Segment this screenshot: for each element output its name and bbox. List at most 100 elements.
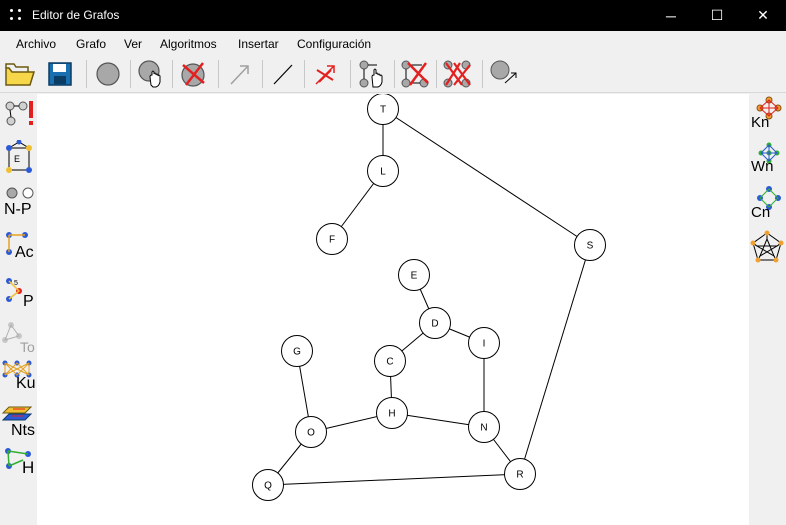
left-tool-graph-warning[interactable]: [1, 96, 36, 138]
delete-edge-button[interactable]: [309, 58, 341, 90]
vertex-O[interactable]: O: [295, 416, 327, 448]
left-tool-np[interactable]: N-P: [1, 184, 36, 226]
toolbar-separator: [482, 60, 483, 88]
add-vertex-button[interactable]: [92, 58, 124, 90]
delete-selection-button[interactable]: [399, 58, 431, 90]
delete-vertex-icon: [181, 62, 205, 87]
delete-selection-icon: [401, 60, 429, 88]
toolbar-separator: [86, 60, 87, 88]
toolbar: [0, 55, 786, 93]
nts-label: Nts: [11, 422, 35, 439]
right-tool-cn[interactable]: Cn: [750, 186, 785, 228]
menu-archivo[interactable]: Archivo: [16, 37, 56, 51]
right-tool-panel: Kn Wn Cn: [749, 94, 786, 525]
np-label: N-P: [4, 201, 32, 218]
left-tool-nts[interactable]: Nts: [1, 404, 36, 446]
menu-configuracion[interactable]: Configuración: [297, 37, 371, 51]
delete-edge-icon: [315, 65, 335, 85]
vertex-Q[interactable]: Q: [252, 469, 284, 501]
vertex-label: E: [411, 271, 418, 282]
left-tool-edge-cycle[interactable]: E: [1, 139, 36, 182]
left-tool-ku[interactable]: Ku: [1, 360, 36, 402]
toolbar-separator: [436, 60, 437, 88]
vertex-arrow-icon: [490, 60, 517, 84]
vertex-D[interactable]: D: [419, 307, 451, 339]
vertex-G[interactable]: G: [281, 335, 313, 367]
left-tool-p[interactable]: 5 P: [1, 275, 36, 317]
left-tool-ac[interactable]: Ac: [1, 230, 36, 272]
maximize-button[interactable]: ☐: [694, 0, 740, 31]
toolbar-separator: [262, 60, 263, 88]
vertex-N[interactable]: N: [468, 411, 500, 443]
add-edge-button[interactable]: [267, 58, 299, 90]
svg-text:5: 5: [14, 280, 18, 287]
graph-canvas[interactable]: T L F S E D I G C H N O R Q: [37, 94, 749, 525]
clear-all-button[interactable]: [441, 58, 473, 90]
vertex-label: D: [431, 319, 438, 330]
toolbar-separator: [130, 60, 131, 88]
add-directed-edge-button[interactable]: [224, 58, 256, 90]
vertex-label: T: [380, 105, 386, 116]
delete-vertex-button[interactable]: [177, 58, 209, 90]
toolbar-separator: [350, 60, 351, 88]
vertex-label: G: [293, 347, 301, 358]
edge-icon: [273, 64, 293, 85]
graph-drawing[interactable]: T L F S E D I G C H N O R Q: [37, 94, 749, 525]
menu-ver[interactable]: Ver: [124, 37, 142, 51]
right-tool-wn[interactable]: Wn: [750, 142, 785, 184]
edge-Q-R[interactable]: [267, 473, 521, 486]
vertex-I[interactable]: I: [468, 327, 500, 359]
left-tool-panel: E N-P Ac 5 P To Ku Nts H: [0, 94, 37, 525]
vertex-C[interactable]: C: [374, 345, 406, 377]
open-folder-button[interactable]: [4, 58, 36, 90]
cn-label: Cn: [751, 204, 771, 221]
vertex-icon: [96, 62, 120, 86]
vertex-label: Q: [264, 481, 272, 492]
menu-bar: Archivo Grafo Ver Algoritmos Insertar Co…: [0, 31, 786, 55]
vertex-label: O: [307, 428, 315, 439]
ku-label: Ku: [16, 375, 36, 392]
h-label: H: [22, 458, 35, 477]
select-hand-icon: [359, 60, 383, 88]
left-tool-h[interactable]: H: [1, 446, 36, 488]
window-title: Editor de Grafos: [32, 8, 120, 22]
move-vertex-button[interactable]: [135, 58, 167, 90]
save-button[interactable]: [44, 58, 76, 90]
vertex-label: L: [380, 167, 386, 178]
minimize-button[interactable]: ─: [648, 0, 694, 31]
select-hand-button[interactable]: [356, 58, 388, 90]
vertex-label: C: [386, 357, 393, 368]
app-window: Editor de Grafos ─ ☐ ✕ Archivo Grafo Ver…: [0, 0, 786, 525]
directed-edge-icon: [230, 65, 249, 85]
edge-T-S[interactable]: [382, 108, 591, 246]
right-tool-kn[interactable]: Kn: [750, 96, 785, 138]
vertex-arrow-button[interactable]: [488, 58, 520, 90]
vertex-label: S: [587, 241, 594, 252]
vertex-label: R: [516, 470, 523, 481]
kn-label: Kn: [751, 114, 770, 131]
p-label: P: [23, 293, 34, 310]
toolbar-separator: [218, 60, 219, 88]
open-folder-icon: [5, 63, 36, 86]
menu-insertar[interactable]: Insertar: [238, 37, 279, 51]
title-bar: Editor de Grafos ─ ☐ ✕: [0, 0, 786, 31]
edge-S-R[interactable]: [519, 244, 591, 475]
nts-icon: [1, 406, 33, 421]
edge-cycle-icon: E: [6, 139, 32, 173]
toolbar-separator: [304, 60, 305, 88]
close-button[interactable]: ✕: [740, 0, 786, 31]
menu-algoritmos[interactable]: Algoritmos: [160, 37, 217, 51]
clear-all-icon: [443, 60, 471, 88]
vertex-label: H: [388, 409, 395, 420]
ac-label: Ac: [15, 244, 34, 261]
vertex-S[interactable]: S: [574, 229, 606, 261]
left-tool-to[interactable]: To: [1, 320, 36, 362]
vertex-H[interactable]: H: [376, 397, 408, 429]
vertex-E[interactable]: E: [398, 259, 430, 291]
vertex-F[interactable]: F: [316, 223, 348, 255]
vertex-T[interactable]: T: [367, 94, 399, 125]
right-tool-petersen[interactable]: [750, 230, 785, 272]
vertex-R[interactable]: R: [504, 458, 536, 490]
menu-grafo[interactable]: Grafo: [76, 37, 106, 51]
vertex-L[interactable]: L: [367, 155, 399, 187]
